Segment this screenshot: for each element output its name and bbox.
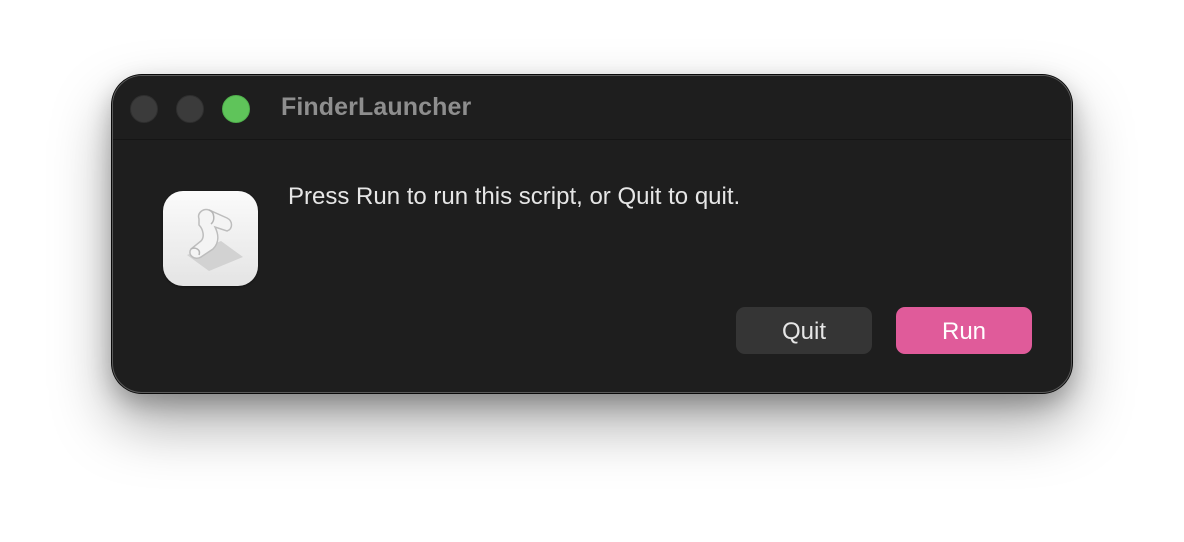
title-bar[interactable]: FinderLauncher — [113, 76, 1071, 140]
desktop-background: FinderLauncher Press Run to run this scr… — [0, 0, 1184, 542]
run-button[interactable]: Run — [896, 307, 1032, 354]
quit-button[interactable]: Quit — [736, 307, 872, 354]
zoom-window-button[interactable] — [222, 95, 250, 123]
close-window-button[interactable] — [130, 95, 158, 123]
dialog-window: FinderLauncher Press Run to run this scr… — [112, 75, 1072, 393]
script-editor-icon — [163, 191, 258, 286]
dialog-message: Press Run to run this script, or Quit to… — [288, 183, 741, 210]
window-title: FinderLauncher — [281, 93, 472, 121]
minimize-window-button[interactable] — [176, 95, 204, 123]
